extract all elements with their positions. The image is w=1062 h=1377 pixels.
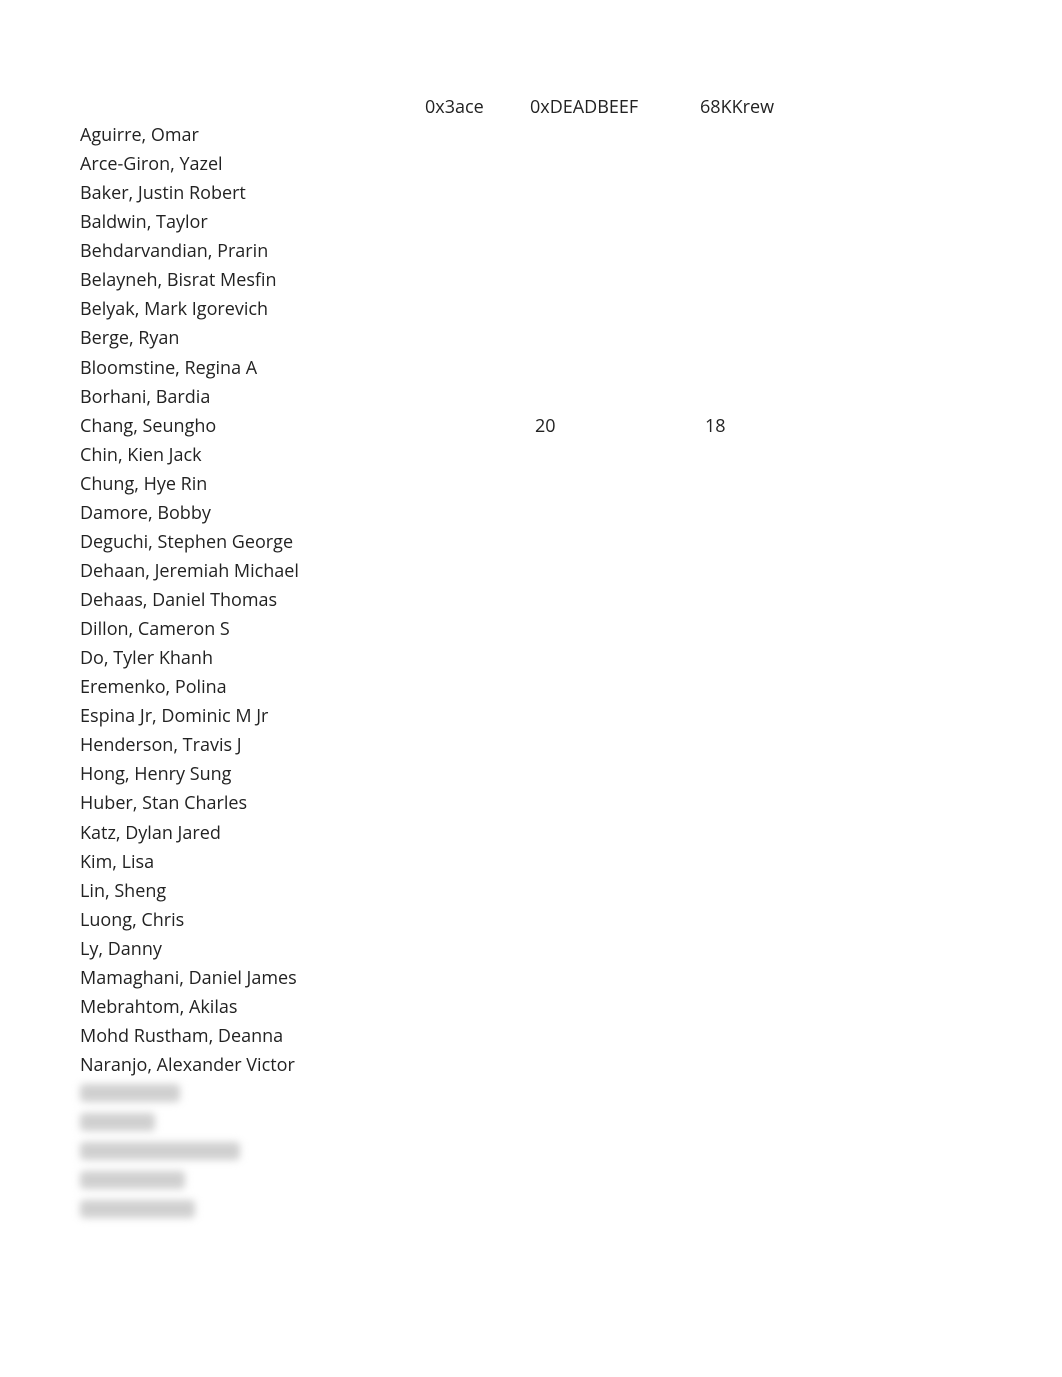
name-row: Baker, Justin Robert <box>80 179 982 208</box>
name-row: Kim, Lisa <box>80 848 982 877</box>
name-row: Dillon, Cameron S <box>80 615 982 644</box>
name-row: Huber, Stan Charles <box>80 789 982 818</box>
name-row: Borhani, Bardia <box>80 383 982 412</box>
blurred-line <box>80 1084 180 1102</box>
name-row: Lin, Sheng <box>80 877 982 906</box>
name-row: Arce-Giron, Yazel <box>80 150 982 179</box>
name-row: Behdarvandian, Prarin <box>80 237 982 266</box>
blurred-line <box>80 1113 155 1131</box>
value-col3: 18 <box>700 412 810 441</box>
name-row: Aguirre, Omar <box>80 121 982 150</box>
name-list: Aguirre, OmarArce-Giron, YazelBaker, Jus… <box>80 121 982 1080</box>
blurred-line <box>80 1200 195 1218</box>
name-row: Baldwin, Taylor <box>80 208 982 237</box>
name-cell: Chang, Seungho <box>80 412 425 441</box>
name-row: Mohd Rustham, Deanna <box>80 1022 982 1051</box>
name-row: Chang, Seungho 20 18 <box>80 412 982 441</box>
name-row: Do, Tyler Khanh <box>80 644 982 673</box>
name-row: Bloomstine, Regina A <box>80 354 982 383</box>
name-row: Belyak, Mark Igorevich <box>80 295 982 324</box>
column-headers-row: 0x3ace 0xDEADBEEF 68KKrew <box>80 95 982 119</box>
blurred-line <box>80 1171 185 1189</box>
name-row: Katz, Dylan Jared <box>80 819 982 848</box>
name-row: Espina Jr, Dominic M Jr <box>80 702 982 731</box>
name-row: Dehaan, Jeremiah Michael <box>80 557 982 586</box>
value-col2: 20 <box>530 412 675 441</box>
column-header-1: 0x3ace <box>425 95 515 119</box>
name-row: Chin, Kien Jack <box>80 441 982 470</box>
blurred-content-block <box>80 1084 982 1218</box>
column-header-2: 0xDEADBEEF <box>530 95 675 119</box>
column-header-3: 68KKrew <box>700 95 810 119</box>
name-row: Mebrahtom, Akilas <box>80 993 982 1022</box>
blurred-line <box>80 1142 240 1160</box>
name-row: Deguchi, Stephen George <box>80 528 982 557</box>
name-row: Mamaghani, Daniel James <box>80 964 982 993</box>
document-page: 0x3ace 0xDEADBEEF 68KKrew Aguirre, OmarA… <box>0 0 1062 1269</box>
name-row: Ly, Danny <box>80 935 982 964</box>
name-row: Damore, Bobby <box>80 499 982 528</box>
name-row: Henderson, Travis J <box>80 731 982 760</box>
name-row: Berge, Ryan <box>80 324 982 353</box>
name-row: Chung, Hye Rin <box>80 470 982 499</box>
name-row: Hong, Henry Sung <box>80 760 982 789</box>
name-row: Luong, Chris <box>80 906 982 935</box>
name-row: Belayneh, Bisrat Mesfin <box>80 266 982 295</box>
name-row: Naranjo, Alexander Victor <box>80 1051 982 1080</box>
name-row: Dehaas, Daniel Thomas <box>80 586 982 615</box>
name-row: Eremenko, Polina <box>80 673 982 702</box>
